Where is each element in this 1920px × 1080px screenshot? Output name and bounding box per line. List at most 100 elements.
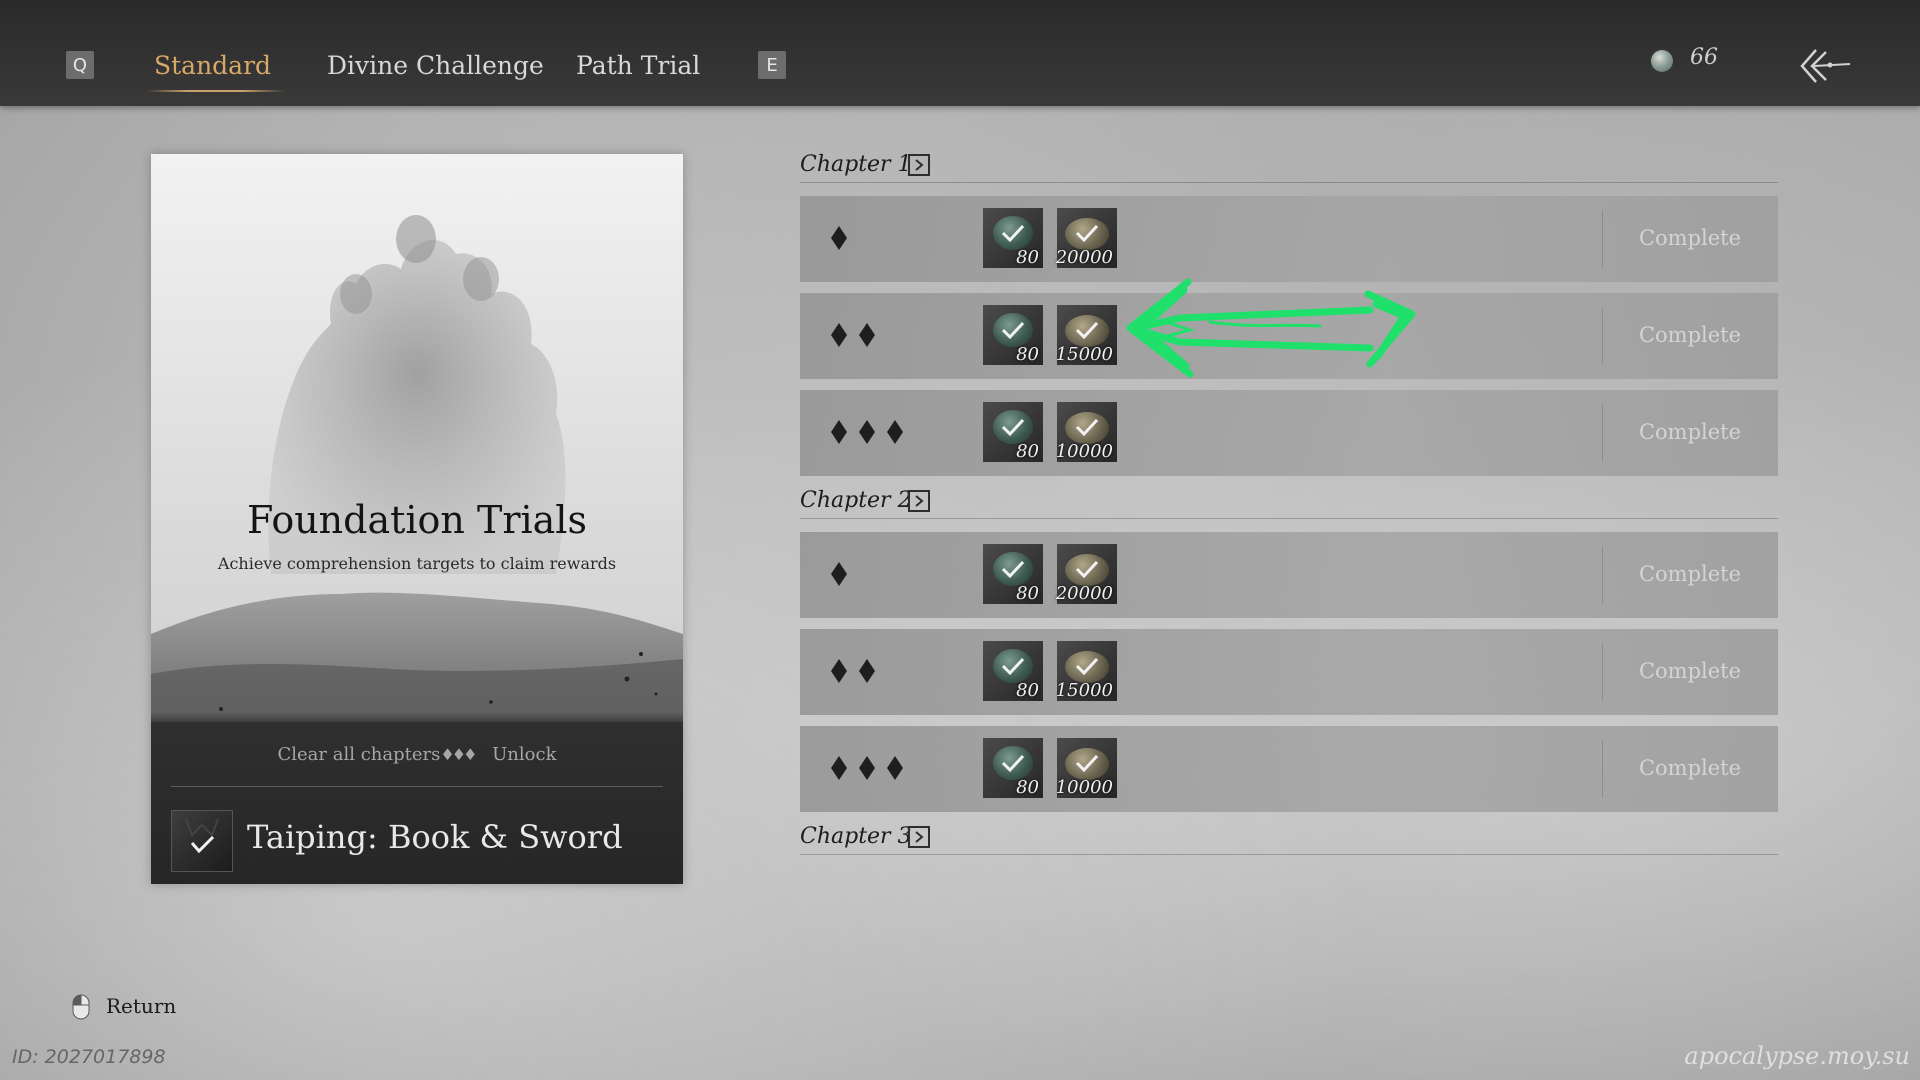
chapter-divider (800, 182, 1778, 183)
status-label: Complete (1638, 659, 1742, 683)
reward-amount: 80 (1016, 247, 1039, 268)
chapter-title: Chapter 2 (800, 488, 912, 513)
row-separator (1602, 643, 1603, 701)
card-title: Foundation Trials (247, 498, 587, 542)
card-reward-panel: Clear all chapters♦♦♦ Unlock Taiping: Bo… (151, 712, 683, 884)
watermark: apocalypse.moy.su (1684, 1042, 1910, 1070)
row-separator (1602, 210, 1603, 268)
check-icon (185, 818, 219, 854)
reward-coin-slot[interactable]: 20000 (1056, 544, 1117, 604)
check-icon (1075, 754, 1099, 773)
reward-item-name: Taiping: Book & Sword (247, 818, 623, 856)
reward-coin-slot[interactable]: 20000 (1055, 208, 1117, 268)
check-icon (1075, 321, 1099, 340)
tab-standard[interactable]: Standard (145, 46, 286, 92)
card-subtitle: Achieve comprehension targets to claim r… (217, 554, 617, 573)
chapter-expand-button[interactable] (908, 490, 930, 512)
chapter-expand-button[interactable] (908, 154, 930, 176)
reward-jade-slot[interactable]: 80 (983, 738, 1043, 798)
currency-amount: 66 (1690, 45, 1718, 70)
diamond-icon (859, 659, 875, 683)
check-icon (1001, 657, 1025, 676)
chapter-divider (800, 518, 1778, 519)
trial-row[interactable]: 80 20000 Complete (800, 532, 1778, 618)
reward-jade-slot[interactable]: 80 (983, 402, 1043, 462)
trial-row[interactable]: 80 10000 Complete (800, 726, 1778, 812)
status-label: Complete (1638, 420, 1742, 444)
reward-coin-slot[interactable]: 15000 (1055, 641, 1117, 701)
reward-amount: 80 (1016, 777, 1039, 798)
unlock-condition-line: Clear all chapters♦♦♦ Unlock (151, 744, 683, 765)
foundation-trials-card: Foundation Trials Achieve comprehension … (151, 154, 683, 884)
difficulty-diamonds (830, 322, 886, 350)
tab-next-key-hint[interactable]: E (758, 51, 786, 79)
reward-amount: 80 (1016, 680, 1039, 701)
unlock-condition-text: Clear all chapters (277, 744, 441, 765)
status-label: Complete (1638, 562, 1742, 586)
reward-amount: 80 (1016, 583, 1039, 604)
row-separator (1602, 546, 1603, 604)
diamond-icon (831, 323, 847, 347)
reward-amount: 80 (1016, 441, 1039, 462)
chapter-title: Chapter 3 (800, 824, 912, 849)
chapter-expand-button[interactable] (908, 826, 930, 848)
difficulty-diamonds (830, 755, 914, 783)
reward-amount: 15000 (1055, 344, 1113, 365)
reward-jade-slot[interactable]: 80 (983, 208, 1043, 268)
chapter-header: Chapter 3 (800, 824, 1778, 856)
reward-item-icon[interactable] (171, 810, 233, 872)
trial-row[interactable]: 80 15000 Complete (800, 629, 1778, 715)
reward-amount: 10000 (1055, 441, 1113, 462)
diamond-icon (831, 420, 847, 444)
check-icon (1001, 754, 1025, 773)
check-icon (1075, 657, 1099, 676)
difficulty-diamonds (830, 225, 858, 253)
return-button[interactable]: Return (106, 994, 176, 1018)
diamond-icon (887, 420, 903, 444)
status-label: Complete (1638, 226, 1742, 250)
top-bar: Q Standard Divine Challenge Path Trial E… (0, 0, 1920, 106)
difficulty-diamonds (830, 419, 914, 447)
chapter-divider (800, 854, 1778, 855)
reward-jade-slot[interactable]: 80 (983, 544, 1043, 604)
chapter-title: Chapter 1 (800, 152, 912, 177)
unlock-label: Unlock (492, 744, 557, 765)
tab-path-trial[interactable]: Path Trial (576, 46, 700, 86)
reward-jade-slot[interactable]: 80 (983, 641, 1043, 701)
diamond-icon (859, 756, 875, 780)
player-id: ID: 2027017898 (12, 1046, 166, 1068)
reward-coin-slot[interactable]: 10000 (1055, 402, 1117, 462)
annotation-arrow-icon (1126, 278, 1416, 378)
chevron-right-icon (915, 159, 924, 171)
card-artwork (151, 154, 683, 724)
tab-prev-key-hint[interactable]: Q (66, 51, 94, 79)
status-label: Complete (1638, 756, 1742, 780)
card-divider (171, 786, 663, 787)
back-arrow-icon[interactable] (1796, 44, 1852, 88)
check-icon (1001, 321, 1025, 340)
unlock-condition-diamonds: ♦♦♦ (440, 745, 477, 764)
check-icon (1075, 418, 1099, 437)
check-icon (1001, 560, 1025, 579)
check-icon (1075, 224, 1099, 243)
row-separator (1602, 740, 1603, 798)
diamond-icon (831, 756, 847, 780)
diamond-icon (831, 659, 847, 683)
reward-coin-slot[interactable]: 10000 (1055, 738, 1117, 798)
difficulty-diamonds (830, 658, 886, 686)
reward-amount: 20000 (1055, 247, 1113, 268)
diamond-icon (859, 420, 875, 444)
difficulty-diamonds (830, 561, 858, 589)
reward-amount: 80 (1016, 344, 1039, 365)
tab-divine-challenge[interactable]: Divine Challenge (327, 46, 544, 86)
chevron-right-icon (915, 495, 924, 507)
diamond-icon (831, 226, 847, 250)
reward-amount: 10000 (1055, 777, 1113, 798)
reward-coin-slot[interactable]: 15000 (1055, 305, 1117, 365)
check-icon (1001, 224, 1025, 243)
reward-amount: 15000 (1055, 680, 1113, 701)
reward-jade-slot[interactable]: 80 (983, 305, 1043, 365)
chapter-header: Chapter 1 (800, 152, 1778, 184)
mouse-icon (72, 994, 90, 1020)
trial-row[interactable]: 80 10000 Complete (800, 390, 1778, 476)
